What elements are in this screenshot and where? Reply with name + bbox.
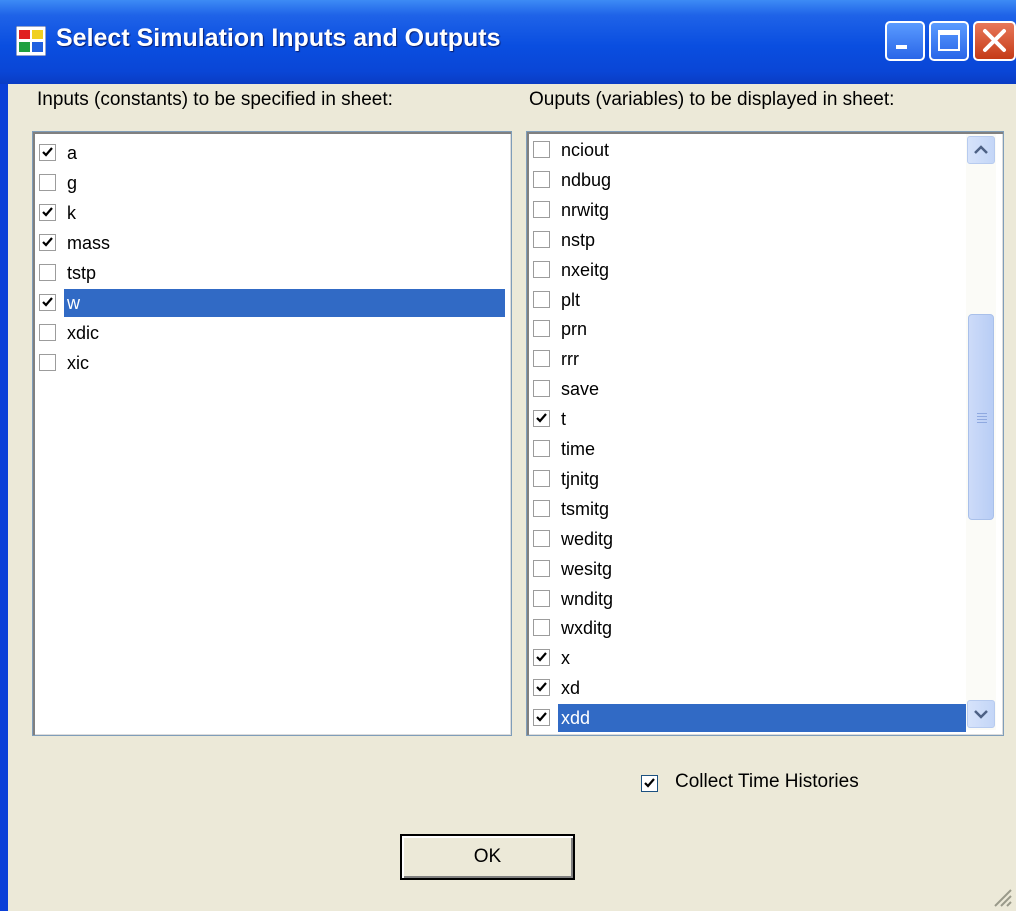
checkbox[interactable] xyxy=(533,440,550,457)
checkbox[interactable] xyxy=(533,320,550,338)
checkbox[interactable] xyxy=(533,200,550,218)
list-item-label: w xyxy=(64,289,505,317)
scroll-down-icon xyxy=(974,710,988,719)
outputs-scrollbar[interactable] xyxy=(966,134,996,730)
list-item-label: k xyxy=(67,203,76,223)
checkmark-icon xyxy=(42,147,53,157)
maximize-icon xyxy=(938,30,960,51)
list-item-label: plt xyxy=(561,289,581,310)
dialog-window: Select Simulation Inputs and Outputs Inp… xyxy=(0,0,1016,911)
collect-time-histories-label: Collect Time Histories xyxy=(675,771,859,792)
checkbox[interactable] xyxy=(533,290,550,308)
list-item-label: g xyxy=(67,173,78,193)
scroll-down-button[interactable] xyxy=(967,700,995,728)
checkbox[interactable] xyxy=(533,559,550,577)
checkmark-icon xyxy=(536,413,547,423)
checkbox[interactable] xyxy=(533,499,550,517)
checkbox-box[interactable] xyxy=(641,775,658,792)
list-item-label: wnditg xyxy=(561,588,614,609)
list-item-label: tstp xyxy=(67,263,97,283)
scroll-thumb[interactable] xyxy=(968,314,994,520)
checkbox[interactable] xyxy=(533,410,550,428)
thumb-grip-line xyxy=(977,413,987,414)
list-item-label: ndbug xyxy=(561,169,612,190)
list-item-label: nstp xyxy=(561,229,596,250)
title-bar[interactable]: Select Simulation Inputs and Outputs xyxy=(0,0,1016,84)
checkmark-icon xyxy=(644,778,655,788)
checkbox[interactable] xyxy=(533,170,550,188)
close-icon xyxy=(983,29,1006,52)
list-item-label: nrwitg xyxy=(561,199,610,220)
list-item-label: t xyxy=(561,409,567,430)
checkbox[interactable] xyxy=(39,324,56,341)
app-window-icon xyxy=(16,26,46,56)
checkbox[interactable] xyxy=(39,264,56,281)
inputs-listbox[interactable]: a g k mass tstp w xdic xic xyxy=(32,131,512,736)
checkbox[interactable] xyxy=(533,350,550,368)
list-item-label: x xyxy=(561,648,570,669)
list-item-label: mass xyxy=(67,233,111,253)
checkbox[interactable] xyxy=(39,294,56,311)
checkbox[interactable] xyxy=(533,141,550,158)
scroll-up-button[interactable] xyxy=(967,136,995,164)
checkbox[interactable] xyxy=(533,709,550,727)
list-item-label: prn xyxy=(561,319,588,340)
inputs-label: Inputs (constants) to be specified in sh… xyxy=(37,89,393,110)
checkbox[interactable] xyxy=(533,260,550,278)
minimize-icon xyxy=(896,45,907,49)
list-item-label: a xyxy=(67,143,78,163)
list-item-label: wesitg xyxy=(561,558,613,579)
list-item-label: xdd xyxy=(558,704,966,733)
window-title: Select Simulation Inputs and Outputs xyxy=(56,24,501,52)
list-item-label: nxeitg xyxy=(561,259,610,280)
close-button[interactable] xyxy=(973,21,1016,61)
list-item-label: tjnitg xyxy=(561,468,600,489)
minimize-button[interactable] xyxy=(885,21,925,61)
resize-grip-icon[interactable] xyxy=(989,884,1013,908)
list-item-label: wxditg xyxy=(561,618,613,639)
list-item-label: weditg xyxy=(561,528,614,549)
ok-button-label: OK xyxy=(473,846,502,867)
scroll-up-icon xyxy=(974,145,988,154)
list-item-label: xd xyxy=(561,678,581,699)
ok-button[interactable]: OK xyxy=(400,834,575,880)
thumb-grip-line xyxy=(977,416,987,417)
thumb-grip-line xyxy=(977,419,987,420)
checkbox[interactable] xyxy=(533,679,550,697)
checkmark-icon xyxy=(536,652,547,662)
checkbox[interactable] xyxy=(533,649,550,667)
checkmark-icon xyxy=(536,682,547,692)
checkbox[interactable] xyxy=(39,174,56,191)
checkbox[interactable] xyxy=(39,144,56,161)
checkbox[interactable] xyxy=(39,204,56,221)
checkbox[interactable] xyxy=(533,230,550,248)
checkbox[interactable] xyxy=(533,619,550,637)
list-item-label: rrr xyxy=(561,349,579,370)
list-item-label: time xyxy=(561,439,596,459)
checkmark-icon xyxy=(42,237,53,247)
outputs-listbox[interactable]: nciout ndbug nrwitg nstp nxeitg plt prn rrr save… xyxy=(526,131,1004,736)
list-item-label: nciout xyxy=(561,140,610,160)
outputs-label: Ouputs (variables) to be displayed in sh… xyxy=(529,89,895,110)
checkbox[interactable] xyxy=(39,234,56,251)
thumb-grip-line xyxy=(977,422,987,423)
list-item-label: xdic xyxy=(67,323,100,343)
checkmark-icon xyxy=(536,712,547,722)
dialog-client-area: Inputs (constants) to be specified in sh… xyxy=(8,84,1016,911)
maximize-button[interactable] xyxy=(929,21,969,61)
list-item-label: tsmitg xyxy=(561,498,610,519)
checkbox[interactable] xyxy=(39,354,56,371)
list-item-label: xic xyxy=(67,353,89,373)
checkmark-icon xyxy=(42,297,53,307)
list-item-label: save xyxy=(561,379,600,400)
checkbox[interactable] xyxy=(533,469,550,487)
checkbox[interactable] xyxy=(533,529,550,547)
checkbox[interactable] xyxy=(533,589,550,607)
checkbox[interactable] xyxy=(533,380,550,398)
checkmark-icon xyxy=(42,207,53,217)
